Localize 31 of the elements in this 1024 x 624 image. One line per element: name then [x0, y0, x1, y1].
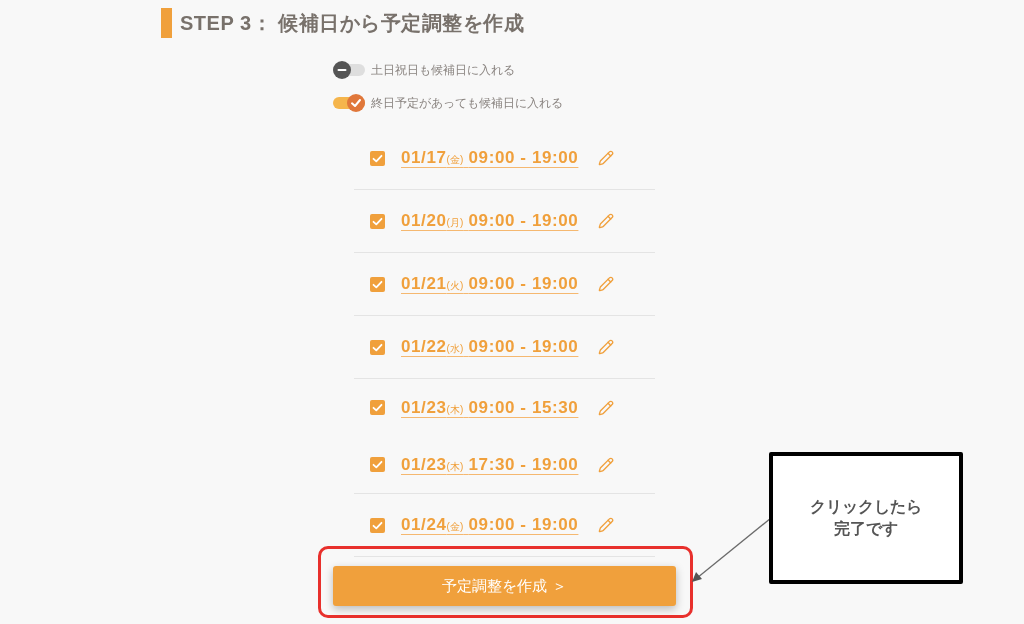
checkbox[interactable] — [370, 400, 385, 415]
pencil-icon[interactable] — [598, 276, 615, 292]
date-time-link[interactable]: 01/20(月) 09:00 - 19:00 — [401, 208, 579, 234]
toggle-switch[interactable] — [333, 61, 365, 79]
create-schedule-button[interactable]: 予定調整を作成 ＞ — [333, 566, 676, 606]
checkbox[interactable] — [370, 457, 385, 472]
check-knob-icon — [347, 94, 365, 112]
step-heading: STEP 3： 候補日から予定調整を作成 — [180, 11, 525, 36]
toggle-label: 土日祝日も候補日に入れる — [371, 62, 515, 79]
date-time-link[interactable]: 01/23(木) 17:30 - 19:00 — [401, 451, 579, 478]
pencil-icon[interactable] — [598, 399, 615, 416]
checkbox[interactable] — [370, 213, 385, 229]
checkbox[interactable] — [370, 276, 385, 292]
toggle-switch[interactable] — [333, 94, 365, 112]
pencil-icon[interactable] — [598, 150, 615, 166]
date-time-link[interactable]: 01/22(水) 09:00 - 19:00 — [401, 334, 579, 360]
pencil-icon[interactable] — [598, 456, 615, 473]
toggle-label: 終日予定があっても候補日に入れる — [371, 95, 563, 112]
minus-knob-icon — [333, 61, 351, 79]
checkbox[interactable] — [370, 517, 385, 533]
pencil-icon[interactable] — [598, 213, 615, 229]
callout-text: クリックしたら 完了です — [810, 497, 922, 539]
checkbox[interactable] — [370, 150, 385, 166]
checkbox[interactable] — [370, 339, 385, 355]
pencil-icon[interactable] — [598, 339, 615, 355]
pencil-icon[interactable] — [598, 517, 615, 533]
heading-accent-bar — [161, 8, 172, 38]
date-time-link[interactable]: 01/17(金) 09:00 - 19:00 — [401, 145, 579, 171]
date-time-link[interactable]: 01/21(火) 09:00 - 19:00 — [401, 271, 579, 297]
date-time-link[interactable]: 01/23(木) 09:00 - 15:30 — [401, 394, 579, 421]
date-time-link[interactable]: 01/24(金) 09:00 - 19:00 — [401, 512, 579, 538]
